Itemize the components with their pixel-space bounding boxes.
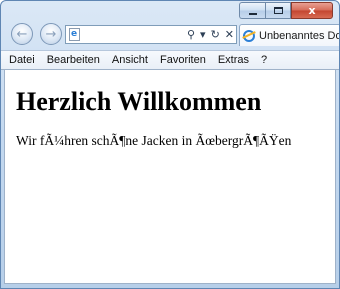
maximize-icon	[273, 7, 283, 14]
page-heading: Herzlich Willkommen	[16, 87, 262, 116]
menu-item-ansicht[interactable]: Ansicht	[106, 52, 154, 68]
close-button[interactable]: x	[291, 2, 333, 19]
address-tools: ⚲ ▾ ↻ ✕	[187, 26, 234, 43]
tab-title: Unbenanntes Dok	[259, 29, 340, 42]
forward-button[interactable]: →	[40, 23, 62, 45]
refresh-icon[interactable]: ↻	[211, 28, 220, 41]
menu-item-bearbeiten[interactable]: Bearbeiten	[41, 52, 106, 68]
maximize-button[interactable]	[265, 2, 291, 19]
page-paragraph: Wir fÃ¼hren schÃ¶ne Jacken in ÃœbergrÃ¶Ã…	[16, 133, 292, 148]
menu-bar: Datei Bearbeiten Ansicht Favoriten Extra…	[1, 50, 339, 70]
back-arrow-icon: ←	[16, 26, 28, 42]
minimize-button[interactable]	[239, 2, 265, 19]
caption-buttons: x	[239, 2, 333, 19]
navigation-bar: ← → e ⚲ ▾ ↻ ✕ Unbenanntes Dok	[1, 22, 339, 48]
page-content: Herzlich Willkommen Wir fÃ¼hren schÃ¶ne …	[4, 70, 336, 284]
close-icon: x	[308, 4, 316, 17]
dropdown-icon[interactable]: ▾	[200, 28, 206, 41]
minimize-icon	[248, 12, 257, 15]
forward-arrow-icon: →	[45, 26, 57, 42]
menu-item-datei[interactable]: Datei	[1, 52, 41, 68]
ie-page-icon: e	[69, 28, 80, 41]
back-button[interactable]: ←	[11, 23, 33, 45]
stop-icon[interactable]: ✕	[225, 28, 234, 41]
address-bar[interactable]: e ⚲ ▾ ↻ ✕	[65, 25, 237, 44]
menu-item-favoriten[interactable]: Favoriten	[154, 52, 212, 68]
tab-active[interactable]: Unbenanntes Dok	[239, 24, 340, 46]
search-icon[interactable]: ⚲	[187, 28, 195, 41]
menu-item-extras[interactable]: Extras	[212, 52, 255, 68]
browser-window: x ← → e ⚲ ▾ ↻ ✕ Unbenanntes Dok Datei Be…	[0, 0, 340, 289]
ie-logo-icon	[243, 29, 255, 42]
menu-item-help[interactable]: ?	[255, 52, 273, 68]
